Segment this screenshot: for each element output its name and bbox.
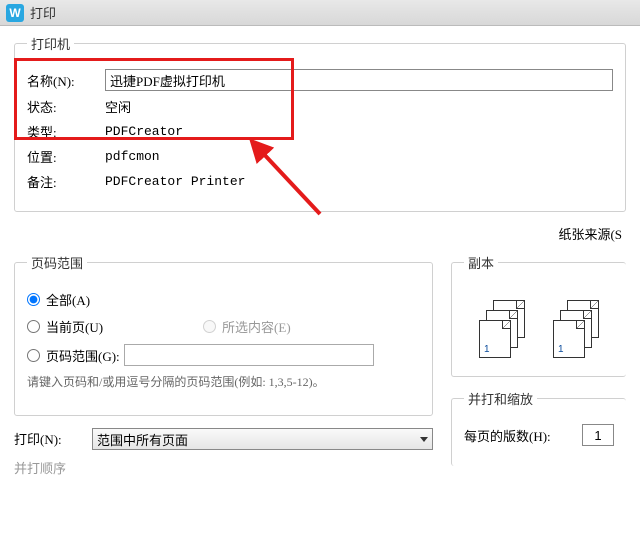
comment-label: 备注: (27, 172, 105, 191)
page-stack-1: 3 2 1 (479, 300, 525, 356)
scale-legend: 并打和缩放 (464, 389, 537, 408)
status-value: 空闲 (105, 97, 131, 116)
print-what-select[interactable]: 范围中所有页面 (92, 428, 433, 450)
radio-current[interactable] (27, 320, 40, 333)
copies-group: 副本 3 2 1 3 2 1 (451, 253, 626, 377)
radio-selection (203, 320, 216, 333)
status-label: 状态: (27, 97, 105, 116)
printer-name-label: 名称(N): (27, 71, 105, 90)
radio-all-label: 全部(A) (46, 290, 90, 309)
scale-group: 并打和缩放 每页的版数(H): (451, 389, 626, 466)
copies-legend: 副本 (464, 253, 498, 272)
where-label: 位置: (27, 147, 105, 166)
print-what-value: 范围中所有页面 (97, 433, 188, 448)
page-range-group: 页码范围 全部(A) 当前页(U) 所选内容(E) 页码范围(G): (14, 253, 433, 416)
window-title: 打印 (30, 3, 56, 22)
title-bar: W 打印 (0, 0, 640, 26)
type-label: 类型: (27, 122, 105, 141)
collate-preview: 3 2 1 3 2 1 (464, 282, 614, 362)
where-value: pdfcmon (105, 149, 160, 164)
page-range-input[interactable] (124, 344, 374, 366)
pages-per-sheet-label: 每页的版数(H): (464, 426, 582, 445)
app-icon: W (6, 4, 24, 22)
page-range-hint: 请键入页码和/或用逗号分隔的页码范围(例如: 1,3,5-12)。 (27, 374, 420, 391)
pages-per-sheet-input[interactable] (582, 424, 614, 446)
radio-selection-label: 所选内容(E) (222, 317, 291, 336)
paper-source-label: 纸张来源(S (14, 224, 622, 243)
comment-value: PDFCreator Printer (105, 174, 245, 189)
printer-name-select[interactable] (105, 69, 613, 91)
radio-range-label: 页码范围(G): (46, 346, 120, 365)
page-stack-2: 3 2 1 (553, 300, 599, 356)
page-num: 1 (558, 344, 564, 355)
printer-legend: 打印机 (27, 34, 74, 53)
type-value: PDFCreator (105, 124, 183, 139)
page-num: 1 (484, 344, 490, 355)
radio-range[interactable] (27, 349, 40, 362)
print-order-label: 并打顺序 (14, 458, 433, 477)
radio-current-label: 当前页(U) (46, 317, 103, 336)
page-range-legend: 页码范围 (27, 253, 87, 272)
print-what-label: 打印(N): (14, 429, 92, 448)
printer-group: 打印机 名称(N): 状态: 空闲 类型: PDFCreator 位置: pdf… (14, 34, 626, 212)
radio-all[interactable] (27, 293, 40, 306)
